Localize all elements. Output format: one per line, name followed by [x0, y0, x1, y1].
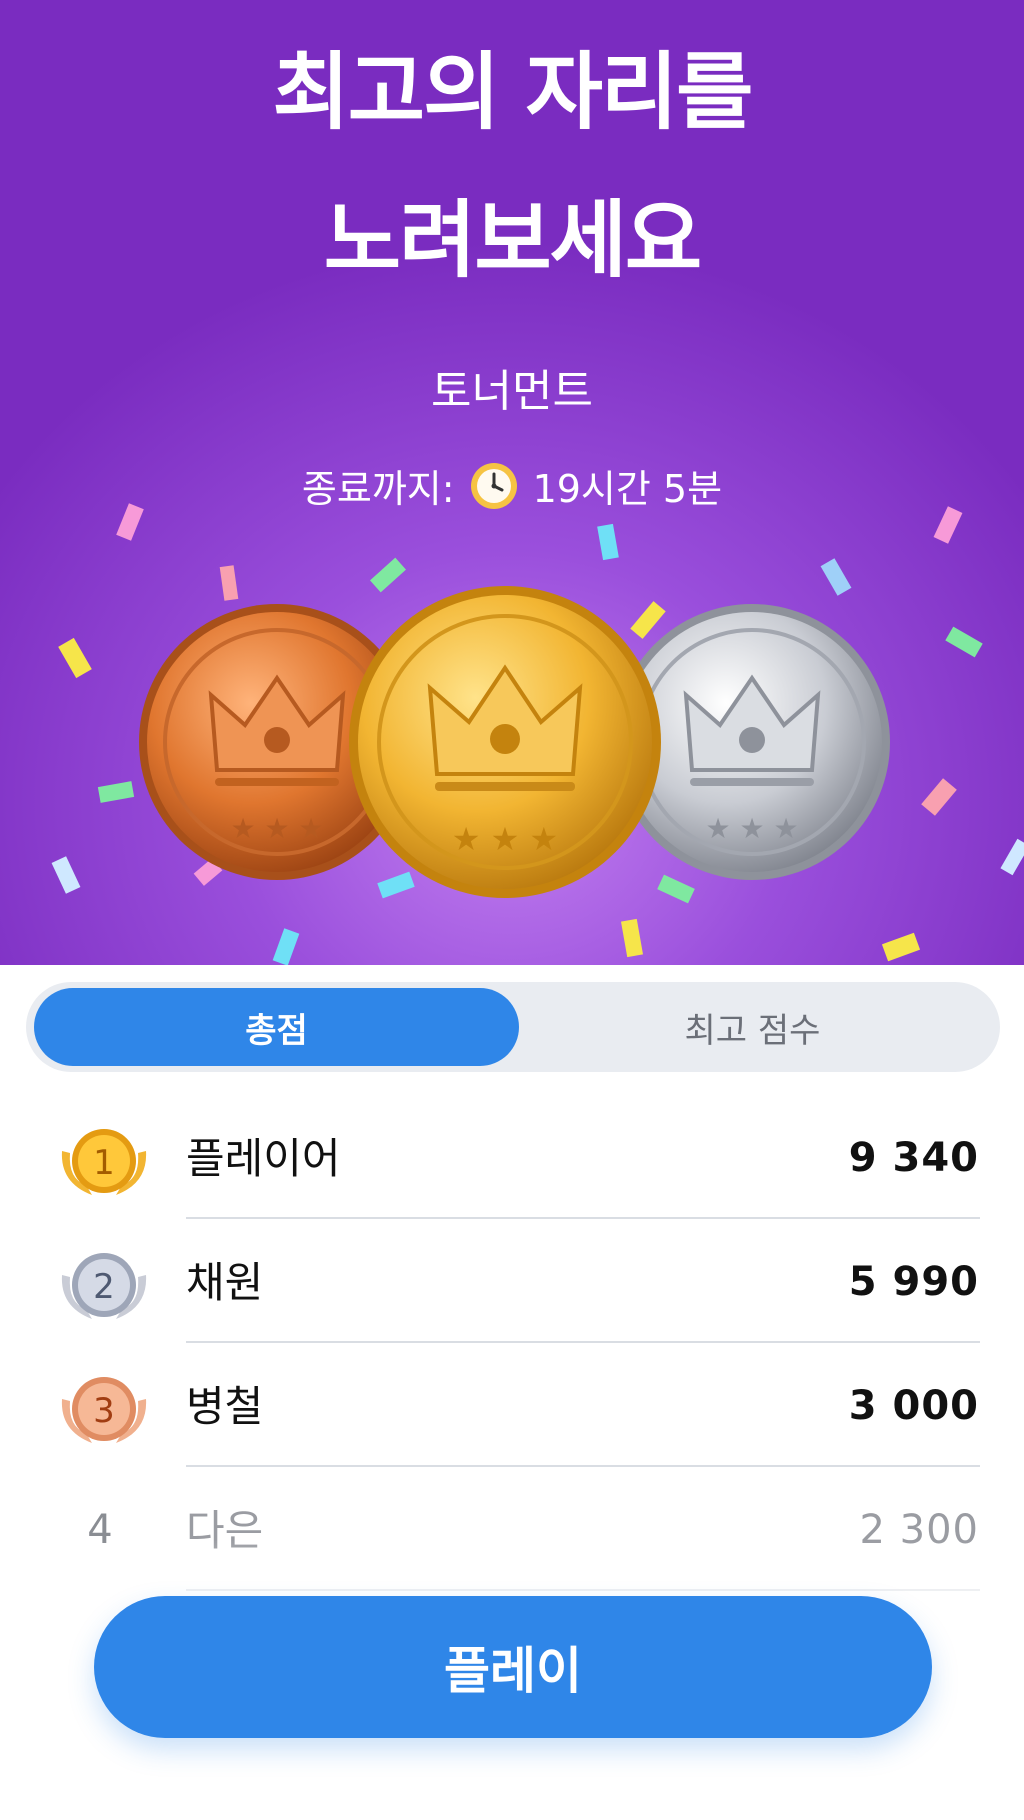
tournament-subtitle: 토너먼트 — [431, 366, 593, 417]
svg-text:★ ★ ★: ★ ★ ★ — [452, 820, 558, 858]
player-name: 채원 — [186, 1258, 264, 1307]
headline-line1: 최고의 자리를 — [272, 43, 754, 141]
timer-label: 종료까지: — [301, 467, 455, 511]
confetti-piece — [620, 918, 644, 958]
svg-text:1: 1 — [93, 1143, 115, 1183]
confetti-piece — [51, 856, 81, 894]
leaderboard-tabs: 총점 최고 점수 — [26, 982, 1000, 1072]
bronze-rank-badge-icon: 3 — [61, 1377, 147, 1443]
confetti-piece — [219, 565, 239, 601]
leaderboard-list: 1 플레이어 9 340 2 채원 5 990 3 병철 3 000 4 다은 — [0, 1095, 1024, 1591]
svg-text:2: 2 — [93, 1267, 115, 1307]
player-score: 3 000 — [848, 1383, 979, 1429]
confetti-piece — [945, 626, 983, 658]
hero-banner: 최고의 자리를 노려보세요 토너먼트 종료까지: 19시간 5분 ★ ★ ★ ★… — [0, 0, 1024, 965]
player-score: 9 340 — [848, 1135, 979, 1181]
confetti-piece — [58, 637, 92, 679]
leaderboard-row[interactable]: 2 채원 5 990 — [0, 1219, 1024, 1343]
confetti-piece — [881, 932, 921, 962]
svg-text:3: 3 — [93, 1391, 115, 1431]
timer-value: 19시간 5분 — [532, 467, 723, 511]
silver-rank-badge-icon: 2 — [61, 1253, 147, 1319]
headline-line2: 노려보세요 — [323, 191, 702, 289]
confetti-piece — [272, 928, 300, 965]
svg-text:★ ★ ★: ★ ★ ★ — [230, 812, 323, 845]
play-button[interactable]: 플레이 — [94, 1596, 932, 1738]
gold-medal: ★ ★ ★ — [349, 586, 661, 898]
player-score: 5 990 — [848, 1259, 979, 1305]
confetti-piece — [820, 558, 852, 596]
confetti-piece — [921, 778, 957, 816]
confetti-piece — [597, 523, 619, 561]
confetti-piece — [97, 781, 135, 803]
player-name: 병철 — [186, 1382, 264, 1431]
tab-best-score[interactable]: 최고 점수 — [510, 988, 995, 1066]
clock-icon — [470, 462, 517, 509]
svg-text:★ ★ ★: ★ ★ ★ — [705, 812, 798, 845]
leaderboard-row[interactable]: 1 플레이어 9 340 — [0, 1095, 1024, 1219]
tab-total-score[interactable]: 총점 — [34, 988, 519, 1066]
countdown-timer: 종료까지: 19시간 5분 — [0, 458, 1024, 513]
player-name: 플레이어 — [186, 1134, 341, 1183]
gold-rank-badge-icon: 1 — [61, 1129, 147, 1195]
confetti-piece — [1000, 838, 1024, 876]
leaderboard-row[interactable]: 3 병철 3 000 — [0, 1343, 1024, 1467]
